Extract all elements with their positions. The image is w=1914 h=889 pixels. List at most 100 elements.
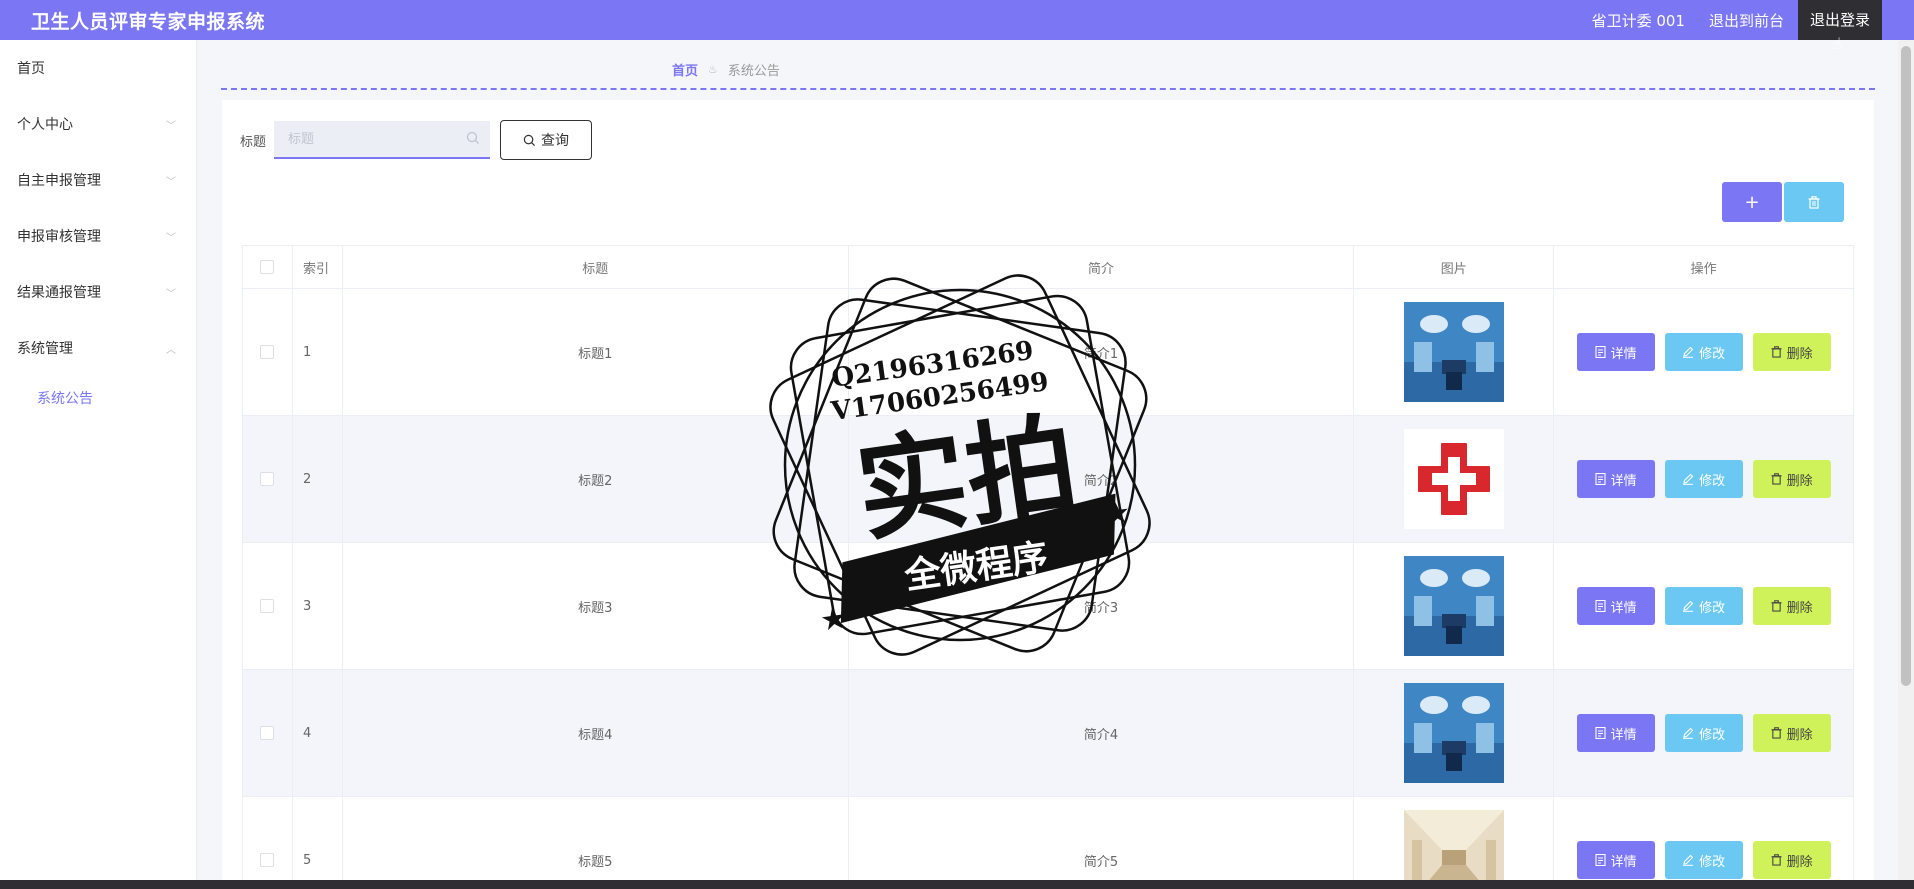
row-checkbox[interactable] [260,472,275,486]
edit-label: 修改 [1699,346,1726,362]
header-brief: 简介 [848,246,1355,289]
row-index: 4 [292,670,343,797]
row-brief: 简介1 [848,289,1355,416]
row-checkbox[interactable] [260,726,275,740]
table-row[interactable]: 2 标题2 简介2 详情 修改 删除 [243,416,1854,543]
edit-button[interactable]: 修改 [1664,333,1743,371]
row-brief: 简介5 [849,797,1355,889]
sidebar-item-system[interactable]: 系统管理 ︿ [0,320,196,376]
delete-button[interactable]: 删除 [1752,714,1831,752]
row-checkbox-cell [243,289,293,416]
chevron-down-icon: ﹀ [166,120,176,132]
edit-button[interactable]: 修改 [1664,587,1743,625]
announcement-table: 索引 标题 简介 图片 操作 1 标题1 简介1 详情 修改 删除 2 标题2 简介2 详情 修改删… [242,245,1854,889]
header-title: 标题 [342,246,849,289]
row-title: 标题1 [342,289,849,416]
edit-button[interactable]: 修改 [1664,460,1743,498]
detail-button[interactable]: 详情 [1576,841,1655,879]
delete-button[interactable]: 删除 [1752,333,1831,371]
operating-room-image [1403,302,1504,402]
edit-label: 修改 [1699,600,1726,616]
row-checkbox[interactable] [260,853,275,867]
row-checkbox[interactable] [260,599,275,613]
document-icon [1595,473,1606,485]
app-title: 卫生人员评审专家申报系统 [31,10,266,33]
top-right-area: 省卫计委 001 退出到前台 退出登录 ☝ [1592,0,1882,53]
sidebar-item-label: 结果通报管理 [17,285,101,301]
add-button[interactable]: + [1722,182,1782,222]
sidebar-item-results[interactable]: 结果通报管理 ﹀ [0,264,196,320]
trash-icon [1771,854,1782,866]
row-image-cell [1354,670,1555,797]
pencil-icon [1683,727,1694,739]
scrollbar-thumb[interactable] [1901,46,1911,686]
row-actions: 详情 修改 删除 [1554,797,1854,889]
search-input[interactable] [274,131,455,147]
table-row[interactable]: 4 标题4 简介4 详情 修改 删除 [243,670,1854,797]
detail-label: 详情 [1610,727,1637,743]
table-row[interactable]: 5 标题5 简介5 详情 修改 删除 [243,797,1854,889]
table-row[interactable]: 1 标题1 简介1 详情 修改 删除 [243,289,1854,416]
breadcrumb-separator-icon: ♨ [708,63,718,76]
chevron-down-icon: ﹀ [166,176,176,188]
trash-icon [1808,195,1820,209]
top-bar: 卫生人员评审专家申报系统 省卫计委 001 退出到前台 退出登录 ☝ [0,0,1914,53]
document-icon [1595,854,1606,866]
breadcrumb-home[interactable]: 首页 [672,60,698,79]
delete-label: 删除 [1786,600,1813,616]
delete-button[interactable]: 删除 [1752,587,1831,625]
search-icon [466,131,479,144]
exit-to-frontend-link[interactable]: 退出到前台 [1709,10,1784,31]
detail-button[interactable]: 详情 [1576,587,1655,625]
row-image-cell [1354,543,1555,670]
row-checkbox-cell [243,670,293,797]
detail-button[interactable]: 详情 [1576,333,1655,371]
delete-button[interactable]: 删除 [1752,841,1831,879]
delete-label: 删除 [1786,854,1813,870]
row-checkbox[interactable] [260,345,275,359]
header-index: 索引 [292,246,343,289]
pencil-icon [1683,854,1694,866]
row-brief: 简介2 [848,416,1355,543]
logout-button[interactable]: 退出登录 ☝ [1797,0,1882,53]
header-image: 图片 [1354,246,1555,289]
query-button[interactable]: 查询 [500,120,593,160]
pencil-icon [1683,346,1694,358]
row-title: 标题3 [342,543,849,670]
bottom-bar [0,880,1914,889]
sidebar-item-home[interactable]: 首页 [0,40,196,96]
row-brief: 简介3 [848,543,1355,670]
breadcrumb-divider [221,88,1875,90]
document-icon [1595,346,1606,358]
select-all-checkbox[interactable] [260,260,275,274]
edit-label: 修改 [1699,473,1726,489]
delete-button[interactable]: 删除 [1752,460,1831,498]
row-title: 标题5 [343,797,849,889]
operating-room-image [1403,556,1504,656]
sidebar-item-label: 自主申报管理 [17,173,101,189]
row-checkbox-cell [243,416,293,543]
row-actions: 详情 修改 删除 [1554,289,1854,416]
plus-icon: + [1744,191,1760,213]
edit-button[interactable]: 修改 [1664,841,1743,879]
trash-icon [1771,346,1782,358]
search-field-wrapper [274,121,491,159]
trash-icon [1771,727,1782,739]
sidebar-item-review[interactable]: 申报审核管理 ﹀ [0,208,196,264]
detail-label: 详情 [1610,346,1637,362]
trash-icon [1771,600,1782,612]
row-actions: 详情 修改 删除 [1554,670,1854,797]
batch-delete-button[interactable] [1784,182,1844,222]
sidebar-item-personal-center[interactable]: 个人中心 ﹀ [0,96,196,152]
detail-label: 详情 [1610,854,1637,870]
row-index: 3 [292,543,343,670]
detail-button[interactable]: 详情 [1576,714,1655,752]
table-row[interactable]: 3 标题3 简介3 详情 修改 删除 [243,543,1854,670]
edit-label: 修改 [1699,854,1726,870]
chevron-up-icon: ︿ [166,344,176,356]
edit-button[interactable]: 修改 [1664,714,1743,752]
sidebar-subitem-announcements[interactable]: 系统公告 [0,376,196,420]
detail-button[interactable]: 详情 [1576,460,1655,498]
delete-label: 删除 [1786,346,1813,362]
sidebar-item-self-declaration[interactable]: 自主申报管理 ﹀ [0,152,196,208]
